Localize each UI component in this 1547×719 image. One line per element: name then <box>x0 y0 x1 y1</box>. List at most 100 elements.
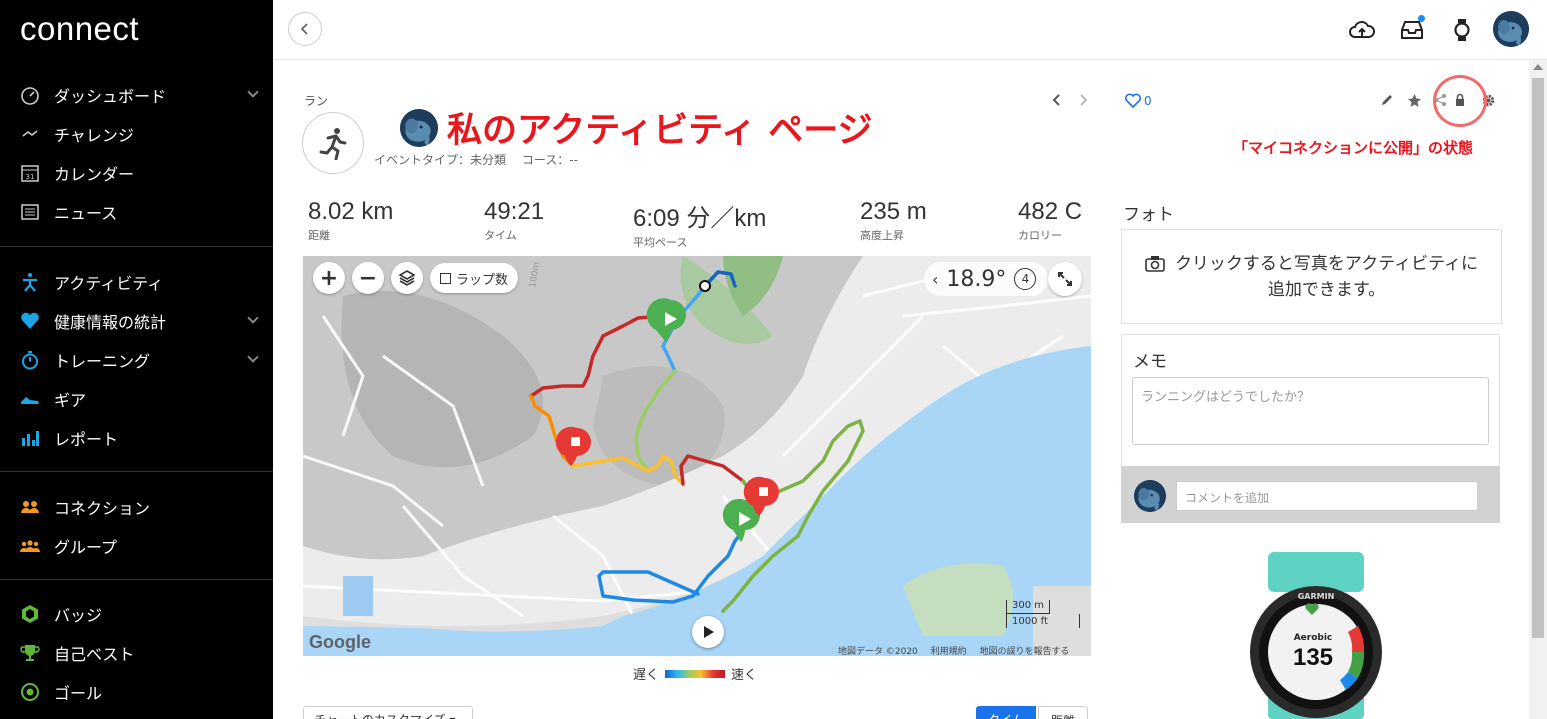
notification-dot <box>1418 15 1425 22</box>
sidebar-item-label: 自己ベスト <box>54 644 135 664</box>
edit-button[interactable] <box>1379 92 1395 108</box>
device-button[interactable] <box>1447 15 1477 45</box>
google-logo: Google <box>309 632 371 652</box>
temperature-readout: 18.9° <box>946 266 1007 292</box>
stat-label: 距離 <box>308 229 330 242</box>
play-button[interactable] <box>692 616 724 648</box>
next-activity-button[interactable] <box>1075 92 1091 108</box>
fullscreen-button[interactable] <box>1048 262 1082 296</box>
calendar-icon: 31 <box>20 163 40 183</box>
app: connect ダッシュボード チャレンジ 31 カレンダー ニュース アクティ… <box>0 0 1547 719</box>
tab-time[interactable]: タイム <box>976 706 1036 719</box>
playback-speed-button[interactable]: 4 <box>1014 268 1037 290</box>
sidebar-item-label: バッジ <box>54 605 103 625</box>
stat-avg-pace: 6:09 分／km 平均ペース <box>633 198 766 250</box>
heart-outline-icon <box>1125 93 1141 108</box>
stat-value: 235 m <box>860 198 927 225</box>
expand-icon <box>1058 272 1072 286</box>
stat-label: 高度上昇 <box>860 229 904 242</box>
photo-upload-line: クリックすると写真をアクティビティに <box>1174 253 1479 274</box>
stat-calories: 482 C カロリー <box>1018 198 1082 243</box>
prev-activity-button[interactable] <box>1049 92 1065 108</box>
terms-link[interactable]: 利用規約 <box>931 647 967 657</box>
sidebar-item-badges[interactable]: バッジ <box>0 594 273 633</box>
sidebar-item-label: コネクション <box>54 498 151 518</box>
chevron-down-icon <box>247 312 259 324</box>
legend-fast: 速く <box>731 668 758 683</box>
route-map[interactable]: 100m <box>303 256 1091 656</box>
top-bar <box>273 0 1547 60</box>
pace-legend: 遅く 速く <box>633 664 757 683</box>
avatar[interactable] <box>1493 11 1529 47</box>
favorite-button[interactable] <box>1406 92 1422 108</box>
sidebar: connect ダッシュボード チャレンジ 31 カレンダー ニュース アクティ… <box>0 0 273 719</box>
sidebar-item-label: グループ <box>54 537 118 557</box>
layers-button[interactable] <box>391 262 423 294</box>
sidebar-item-personal-records[interactable]: 自己ベスト <box>0 633 273 672</box>
sidebar-item-health-stats[interactable]: 健康情報の統計 <box>0 301 273 340</box>
customize-chart-button[interactable]: チャートのカスタマイズ ▾ <box>303 706 473 719</box>
nav-group-activity: アクティビティ 健康情報の統計 トレーニング ギア レポート <box>0 262 273 457</box>
sidebar-item-label: カレンダー <box>54 164 135 184</box>
checkbox[interactable] <box>440 272 451 284</box>
stat-elevation-gain: 235 m 高度上昇 <box>860 198 927 243</box>
stat-value: 482 C <box>1018 198 1083 225</box>
nav-group-social: コネクション グループ <box>0 487 273 565</box>
connect-logo[interactable]: connect <box>20 10 139 48</box>
lap-toggle[interactable]: ラップ数 <box>430 263 519 293</box>
chevron-left-icon[interactable]: ‹ <box>932 270 938 289</box>
running-icon <box>319 128 347 160</box>
course-info[interactable]: コース：-- <box>522 153 578 167</box>
shoe-icon <box>20 389 40 409</box>
sidebar-item-label: ニュース <box>54 203 118 223</box>
report-error-link[interactable]: 地図の誤りを報告する <box>980 647 1070 657</box>
activity-title[interactable]: 私のアクティビティ ページ <box>447 102 873 153</box>
sidebar-item-training[interactable]: トレーニング <box>0 340 273 379</box>
sidebar-item-label: ゴール <box>54 683 103 703</box>
sidebar-item-label: ギア <box>54 390 87 410</box>
event-type[interactable]: イベントタイプ：未分類 <box>374 153 506 167</box>
activity-owner-avatar[interactable] <box>400 109 438 147</box>
sidebar-item-dashboard[interactable]: ダッシュボード <box>0 75 273 114</box>
photo-upload-area[interactable]: クリックすると写真をアクティビティに 追加できます。 <box>1121 229 1502 324</box>
chevron-right-icon <box>1080 94 1088 106</box>
playback-control: ‹ 18.9° 4 <box>924 262 1048 296</box>
sidebar-item-goals[interactable]: ゴール <box>0 672 273 711</box>
bar-chart-icon <box>20 428 40 448</box>
zoom-in-button[interactable]: + <box>313 262 345 294</box>
comment-input[interactable]: コメントを追加 <box>1176 481 1478 511</box>
highlight-circle <box>1433 75 1487 127</box>
sidebar-item-challenge[interactable]: チャレンジ <box>0 114 273 153</box>
sidebar-item-label: トレーニング <box>54 351 151 371</box>
upload-button[interactable] <box>1347 15 1377 45</box>
sidebar-item-calendar[interactable]: 31 カレンダー <box>0 153 273 192</box>
stat-label: 平均ペース <box>633 236 688 249</box>
like-button[interactable]: 0 <box>1125 93 1152 108</box>
photos-title: フォト <box>1123 205 1174 225</box>
activity-meta: イベントタイプ：未分類 コース：-- <box>374 151 578 168</box>
stat-label: カロリー <box>1018 229 1062 242</box>
sidebar-item-activities[interactable]: アクティビティ <box>0 262 273 301</box>
cloud-upload-icon <box>1349 21 1375 38</box>
sidebar-item-gear[interactable]: ギア <box>0 379 273 418</box>
pencil-icon <box>1382 95 1392 105</box>
back-button[interactable] <box>288 12 322 46</box>
elephant-avatar-icon <box>1134 480 1166 512</box>
scrollbar[interactable] <box>1529 60 1547 719</box>
stat-value: 49:21 <box>484 198 545 225</box>
sidebar-item-reports[interactable]: レポート <box>0 418 273 457</box>
chevron-left-icon <box>300 23 308 35</box>
scale-metric: 300 m <box>1006 600 1050 614</box>
sidebar-item-groups[interactable]: グループ <box>0 526 273 565</box>
zoom-out-button[interactable]: − <box>352 262 384 294</box>
activity-type-badge <box>302 112 364 174</box>
memo-input[interactable]: ランニングはどうでしたか？ <box>1132 377 1489 445</box>
lap-toggle-label: ラップ数 <box>456 272 509 288</box>
inbox-button[interactable] <box>1397 15 1427 45</box>
scroll-up-arrow-icon[interactable] <box>1533 64 1543 70</box>
sidebar-item-connections[interactable]: コネクション <box>0 487 273 526</box>
scroll-thumb[interactable] <box>1532 78 1544 638</box>
sidebar-item-news[interactable]: ニュース <box>0 192 273 231</box>
badge-icon <box>20 604 40 624</box>
tab-distance[interactable]: 距離 <box>1038 706 1089 719</box>
